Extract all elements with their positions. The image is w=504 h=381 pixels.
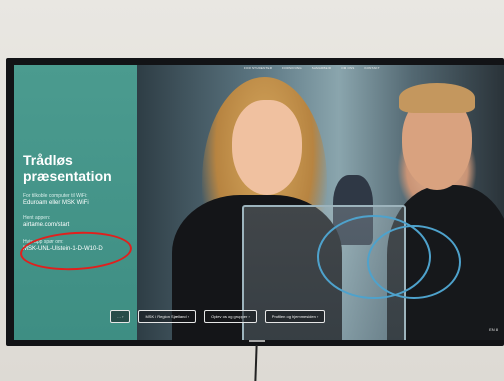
wifi-network-names: Eduroam eller MSK WiFi xyxy=(23,200,89,206)
nav-button-label: Oplev os og grupper xyxy=(211,314,248,319)
hero-photo xyxy=(137,65,504,340)
blue-tube xyxy=(367,225,461,299)
nav-button[interactable]: MSK i Region Sjælland › xyxy=(138,310,197,323)
chevron-right-icon: › xyxy=(248,314,250,319)
nav-button[interactable]: Profilen og hjemmesiden › xyxy=(264,310,326,323)
tv-screen: FOR STUDENTER FORSKNING SAMARBEID OM OSS… xyxy=(14,65,504,340)
nav-button-label: Profilen og hjemmesiden xyxy=(271,314,316,319)
nav-button-label: MSK i Region Sjælland xyxy=(145,314,187,319)
woman-face xyxy=(232,100,302,195)
panel-title: Trådløs præsentation xyxy=(23,152,112,184)
nav-button[interactable]: … › xyxy=(110,310,131,323)
topbar-item[interactable]: OM OSS xyxy=(341,66,354,70)
chevron-right-icon: › xyxy=(187,314,190,319)
topbar-item[interactable]: SAMARBEID xyxy=(312,66,331,70)
wifi-instruction-label: For tilkoble computer til WiFi: xyxy=(23,193,88,199)
chevron-right-icon: › xyxy=(122,314,124,319)
topbar-item[interactable]: FOR STUDENTER xyxy=(244,66,272,70)
nav-button[interactable]: Oplev os og grupper › xyxy=(204,310,257,323)
corner-indicator: EN 8 xyxy=(489,327,498,332)
site-topbar: FOR STUDENTER FORSKNING SAMARBEID OM OSS… xyxy=(244,65,504,71)
chevron-right-icon: › xyxy=(316,314,319,319)
nav-button-label: … xyxy=(117,314,121,319)
bottom-nav: … › MSK i Region Sjælland › Oplev os og … xyxy=(110,310,326,323)
topbar-item[interactable]: KONTAKT xyxy=(364,66,379,70)
airtame-info-panel: Trådløs præsentation For tilkoble comput… xyxy=(14,65,137,340)
man-hair xyxy=(399,83,475,113)
app-instruction-label: Hent appen: xyxy=(23,215,51,221)
app-url: airtame.com/start xyxy=(23,222,70,228)
topbar-item[interactable]: FORSKNING xyxy=(282,66,302,70)
